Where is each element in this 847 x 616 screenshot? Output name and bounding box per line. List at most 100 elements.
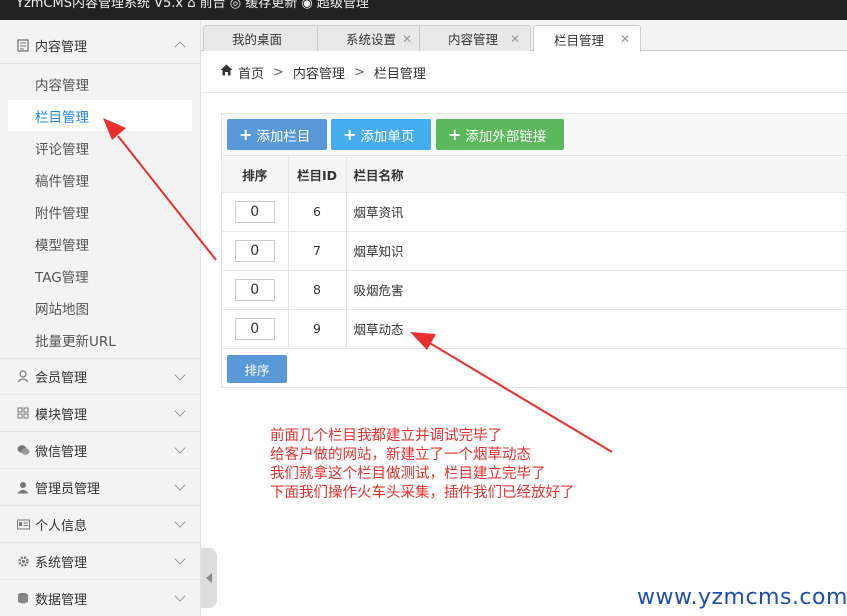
breadcrumb-level1[interactable]: 内容管理: [293, 63, 345, 82]
chevron-down-icon: [174, 369, 186, 381]
sidebar-section-modules[interactable]: 模块管理: [0, 395, 200, 432]
button-label: 添加栏目: [256, 128, 311, 145]
grid-icon: [16, 406, 30, 420]
button-label: 添加单页: [360, 128, 415, 145]
tab-label: 我的桌面: [232, 32, 283, 47]
sidebar-section-label: 会员管理: [35, 371, 88, 386]
sidebar-item-manuscripts[interactable]: 稿件管理: [8, 164, 192, 195]
sidebar-section-system[interactable]: 系统管理: [0, 543, 200, 580]
tab-content-management[interactable]: 内容管理 ✕: [419, 25, 531, 51]
sidebar-section-profile[interactable]: 个人信息: [0, 506, 200, 543]
user-icon: [16, 370, 30, 384]
table-row: 0 9 烟草动态: [222, 309, 847, 349]
column-header-id: 栏目ID: [288, 157, 347, 193]
name-cell: 吸烟危害: [346, 270, 847, 310]
sidebar: 内容管理 内容管理 栏目管理 评论管理 稿件管理 附件管理 模型管理 TAG管理…: [0, 20, 201, 616]
database-icon: [16, 591, 30, 605]
order-cell: 0: [222, 270, 289, 310]
category-panel: + 添加栏目 + 添加单页 + 添加外部链接 排序 栏目ID 栏目名称 0 6 …: [221, 113, 847, 388]
chevron-down-icon: [174, 479, 186, 491]
toolbar: + 添加栏目 + 添加单页 + 添加外部链接: [222, 114, 847, 156]
sidebar-section-data[interactable]: 数据管理: [0, 580, 200, 616]
sidebar-collapse-handle[interactable]: [201, 548, 217, 608]
add-category-button[interactable]: + 添加栏目: [227, 119, 327, 150]
sidebar-section-label: 系统管理: [35, 555, 88, 571]
wechat-icon: [16, 443, 30, 457]
table-header-row: 排序 栏目ID 栏目名称: [222, 157, 847, 193]
id-cell: 6: [288, 192, 347, 232]
sidebar-item-attachments[interactable]: 附件管理: [8, 196, 192, 227]
tab-label: 栏目管理: [554, 32, 605, 48]
breadcrumb-home[interactable]: 首页: [238, 63, 264, 82]
chevron-down-icon: [174, 590, 186, 602]
tab-category-management[interactable]: 栏目管理 ✕: [533, 25, 641, 52]
add-page-button[interactable]: + 添加单页: [331, 119, 431, 150]
divider: [201, 92, 847, 93]
collapse-arrow-icon: [206, 573, 212, 583]
order-cell: 0: [222, 309, 289, 349]
order-cell: 0: [222, 192, 289, 232]
id-cell: 9: [288, 309, 347, 349]
chevron-up-icon: [174, 41, 186, 53]
order-input[interactable]: 0: [234, 278, 275, 301]
column-header-name: 栏目名称: [346, 157, 847, 193]
sidebar-section-members[interactable]: 会员管理: [0, 358, 200, 395]
order-input[interactable]: 0: [234, 200, 275, 223]
tab-label: 内容管理: [448, 32, 499, 47]
close-icon[interactable]: ✕: [510, 32, 520, 46]
breadcrumb-separator: >: [273, 64, 284, 80]
breadcrumb: 首页 > 内容管理 > 栏目管理: [220, 62, 426, 82]
name-cell: 烟草动态: [346, 309, 847, 349]
table-row: 0 6 烟草资讯: [222, 192, 847, 232]
sidebar-section-label: 内容管理: [35, 39, 88, 55]
document-icon: [16, 38, 30, 52]
column-header-order: 排序: [222, 157, 289, 193]
home-icon: [220, 64, 233, 80]
sidebar-section-label: 管理员管理: [35, 481, 101, 497]
annotation-line: 我们就拿这个栏目做测试，栏目建立完毕了: [270, 466, 546, 482]
annotation-line: 前面几个栏目我都建立并调试完毕了: [270, 428, 502, 444]
id-cell: 8: [288, 270, 347, 310]
button-label: 添加外部链接: [465, 128, 547, 145]
add-external-link-button[interactable]: + 添加外部链接: [436, 119, 564, 150]
order-cell: 0: [222, 231, 289, 271]
sidebar-item-models[interactable]: 模型管理: [8, 228, 192, 259]
tab-bar: 我的桌面 系统设置 ✕ 内容管理 ✕ 栏目管理 ✕: [201, 20, 847, 52]
plus-icon: +: [239, 125, 253, 144]
sidebar-item-content[interactable]: 内容管理: [8, 68, 192, 99]
breadcrumb-separator: >: [353, 64, 365, 80]
tab-system-settings[interactable]: 系统设置 ✕: [317, 25, 423, 51]
id-card-icon: [16, 517, 30, 531]
gear-icon: [16, 554, 30, 568]
sidebar-section-admins[interactable]: 管理员管理: [0, 469, 200, 506]
sidebar-item-batch-update-url[interactable]: 批量更新URL: [8, 324, 192, 355]
top-bar-text: YzmCMS内容管理系统 V5.x ⌂ 前台 ◎ 缓存更新 ◉ 超级管理: [16, 0, 369, 11]
chevron-down-icon: [174, 553, 186, 565]
name-cell: 烟草资讯: [346, 192, 847, 232]
close-icon[interactable]: ✕: [402, 32, 412, 46]
name-cell: 烟草知识: [346, 231, 847, 271]
close-icon[interactable]: ✕: [620, 32, 630, 46]
chevron-down-icon: [174, 405, 186, 417]
sort-button[interactable]: 排序: [227, 355, 287, 383]
category-table: 排序 栏目ID 栏目名称 0 6 烟草资讯 0 7 烟草知识 0 8 吸烟危害: [222, 157, 847, 349]
sidebar-item-category[interactable]: 栏目管理: [8, 100, 192, 131]
sidebar-item-sitemap[interactable]: 网站地图: [8, 292, 192, 323]
annotation-note: 前面几个栏目我都建立并调试完毕了 给客户做的网站，新建立了一个烟草动态 我们就拿…: [270, 427, 575, 503]
table-row: 0 8 吸烟危害: [222, 270, 847, 310]
top-bar: YzmCMS内容管理系统 V5.x ⌂ 前台 ◎ 缓存更新 ◉ 超级管理: [0, 0, 847, 20]
sidebar-section-label: 个人信息: [35, 518, 88, 534]
tab-desktop[interactable]: 我的桌面: [203, 25, 321, 51]
sidebar-section-label: 微信管理: [35, 444, 88, 460]
order-input[interactable]: 0: [234, 239, 275, 262]
sidebar-item-tags[interactable]: TAG管理: [8, 260, 192, 291]
sidebar-section-label: 模块管理: [35, 407, 88, 423]
annotation-line: 下面我们操作火车头采集，插件我们已经放好了: [270, 485, 575, 501]
sidebar-section-content[interactable]: 内容管理: [0, 27, 200, 64]
chevron-down-icon: [174, 442, 186, 454]
annotation-line: 给客户做的网站，新建立了一个烟草动态: [270, 447, 531, 463]
sidebar-item-comments[interactable]: 评论管理: [8, 132, 192, 163]
sidebar-section-wechat[interactable]: 微信管理: [0, 432, 200, 469]
order-input[interactable]: 0: [234, 317, 275, 340]
sidebar-section-label: 数据管理: [35, 592, 88, 608]
